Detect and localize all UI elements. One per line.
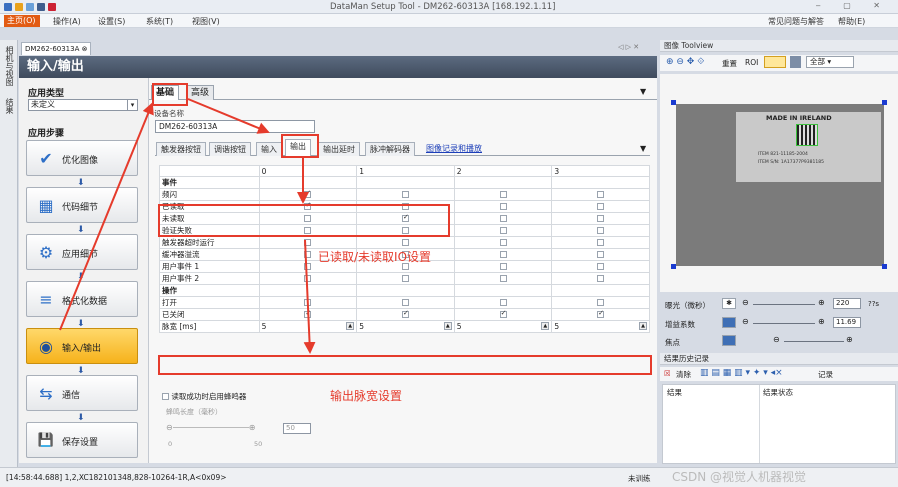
label-region — [736, 112, 881, 182]
history-title: 结果历史记录 — [660, 353, 898, 365]
focus-slider[interactable] — [784, 341, 844, 342]
roi-handle[interactable] — [882, 264, 887, 269]
gain-label: 增益系数 — [665, 320, 695, 329]
clear-icon[interactable]: ☒ — [664, 369, 671, 378]
overlay-icon[interactable] — [790, 56, 801, 68]
reset-button[interactable]: 重置 — [722, 58, 737, 69]
focus-mode-icon[interactable] — [722, 335, 736, 346]
record-button[interactable]: 记录 — [818, 369, 833, 380]
photo-text-3: ITEM S/N: 1A17377P9381185 — [758, 160, 824, 165]
camera-image: MADE IN IRELAND ITEM 821-11185-2004 ITEM… — [676, 104, 884, 266]
gain-value[interactable]: 11.69 — [833, 317, 861, 328]
history-col-status: 结果状态 — [763, 388, 793, 397]
roi-handle[interactable] — [882, 100, 887, 105]
gain-slider[interactable] — [753, 323, 815, 324]
gain-plus-icon[interactable]: ⊕ — [818, 317, 825, 326]
status-message: [14:58:44.688] 1,2,XC182101348,828-10264… — [6, 473, 227, 482]
photo-text-1: MADE IN IRELAND — [766, 114, 832, 122]
beeper-min: 0 — [168, 440, 173, 448]
gain-minus-icon[interactable]: ⊖ — [742, 317, 749, 326]
exposure-plus-icon[interactable]: ⊕ — [818, 298, 825, 307]
history-table: 结果 结果状态 — [662, 384, 896, 464]
exposure-slider[interactable] — [753, 304, 815, 305]
toolview-toolbar: ⊕ ⊖ ✥ ⟐ 重置 ROI 全部 ▾ — [660, 55, 898, 71]
focus-plus-icon[interactable]: ⊕ — [846, 335, 853, 344]
exposure-mode-icon[interactable]: ✱ — [722, 298, 736, 309]
beeper-length-label: 蜂鸣长度（毫秒） — [166, 408, 222, 416]
view-select-value: 全部 — [810, 57, 825, 66]
beeper-max: 50 — [254, 440, 263, 448]
status-train: 未训练 — [628, 474, 651, 483]
gain-mode-icon[interactable] — [722, 317, 736, 328]
status-bar: [14:58:44.688] 1,2,XC182101348,828-10264… — [0, 467, 898, 487]
roi-button[interactable]: ROI — [745, 58, 758, 67]
beeper-label: 读取成功时启用蜂鸣器 — [171, 392, 247, 401]
beeper-slider[interactable]: ⊖ ⊕ — [166, 423, 255, 432]
focus-label: 焦点 — [665, 338, 680, 347]
column-divider — [759, 385, 760, 463]
exposure-label: 曝光（微秒） — [665, 301, 710, 310]
exposure-value[interactable]: 220 — [833, 298, 861, 309]
checkbox-icon — [162, 393, 169, 400]
roi-handle[interactable] — [671, 264, 676, 269]
history-view-icons[interactable]: ▥ ▤ ▦ ▥ ▾ ✦ ▾ ◂× — [700, 368, 783, 378]
exposure-unit: ??s — [868, 300, 880, 308]
display-mode-icon[interactable] — [764, 56, 786, 68]
roi-handle[interactable] — [671, 100, 676, 105]
watermark: CSDN @视觉人机器视觉 — [672, 470, 807, 484]
view-select[interactable]: 全部 ▾ — [806, 56, 854, 68]
beeper-value[interactable]: 50 — [283, 423, 311, 434]
datamatrix-code — [796, 124, 818, 146]
history-toolbar: ☒ 清除 ▥ ▤ ▦ ▥ ▾ ✦ ▾ ◂× 记录 — [660, 367, 898, 381]
exposure-minus-icon[interactable]: ⊖ — [742, 298, 749, 307]
toolview-title: 图像 Toolview — [660, 40, 898, 52]
beeper-checkbox[interactable]: 读取成功时启用蜂鸣器 — [162, 391, 246, 402]
clear-button[interactable]: 清除 — [676, 369, 691, 380]
history-col-result: 结果 — [667, 388, 682, 397]
focus-minus-icon[interactable]: ⊖ — [773, 335, 780, 344]
zoom-icons[interactable]: ⊕ ⊖ ✥ ⟐ — [666, 57, 704, 67]
photo-text-2: ITEM 821-11185-2004 — [758, 152, 808, 157]
